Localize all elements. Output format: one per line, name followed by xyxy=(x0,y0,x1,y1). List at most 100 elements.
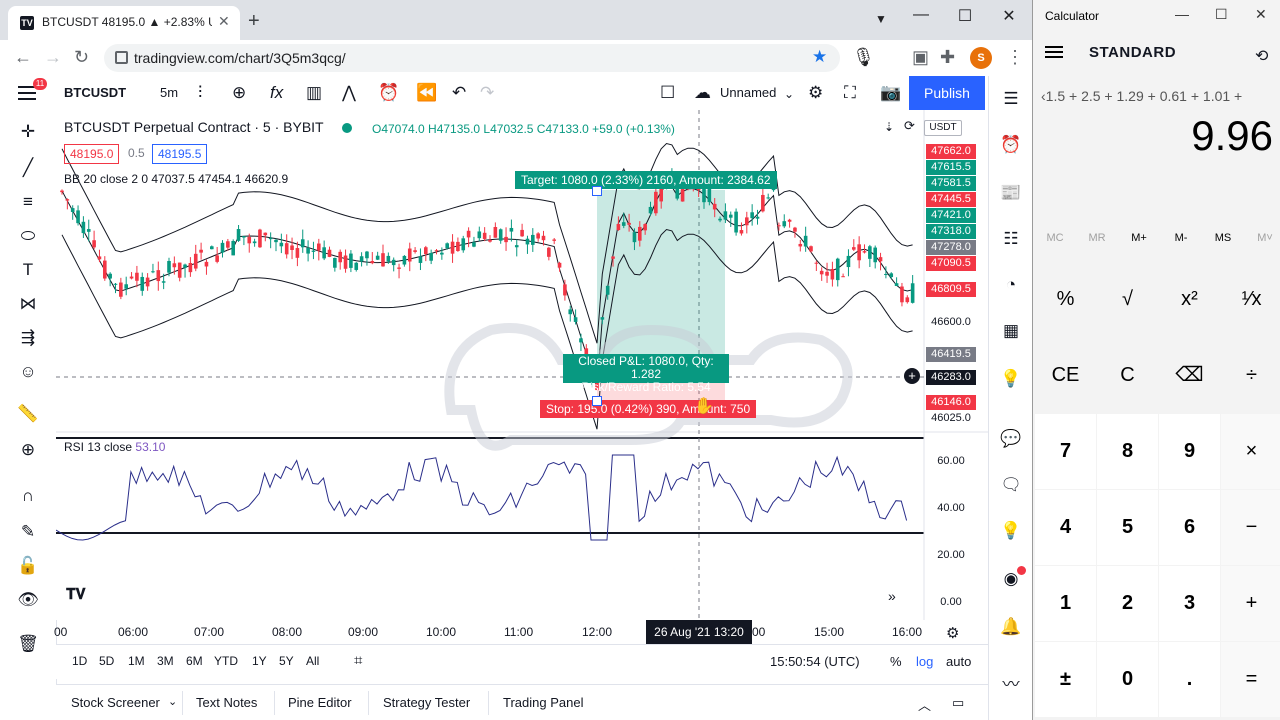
calc-key[interactable]: 9 xyxy=(1159,414,1220,489)
range-button-1m[interactable]: 1M xyxy=(128,654,145,668)
date-range-icon[interactable]: ⌗ xyxy=(354,652,362,669)
memory-button-5[interactable]: M˅ xyxy=(1245,232,1280,244)
refresh-icon[interactable]: ⟳ xyxy=(904,118,915,134)
axis-settings-gear-icon[interactable]: ⚙ xyxy=(946,624,959,642)
ruler-icon[interactable]: 📏 xyxy=(16,402,40,426)
trash-icon[interactable]: 🗑 xyxy=(16,632,40,656)
layout-name[interactable]: Unnamed xyxy=(720,85,776,100)
calc-key[interactable]: C xyxy=(1097,338,1158,413)
tab-close-icon[interactable]: ✕ xyxy=(218,13,230,30)
tab-pine-editor[interactable]: Pine Editor xyxy=(288,695,352,710)
trend-line-icon[interactable]: ╱ xyxy=(16,156,40,180)
zoom-in-icon[interactable]: ⊕ xyxy=(16,438,40,462)
maximize-icon[interactable]: ☐ xyxy=(950,6,980,26)
layout-square-icon[interactable]: ☐ xyxy=(660,83,675,103)
back-icon[interactable]: ← xyxy=(14,47,32,68)
utc-clock[interactable]: 15:50:54 (UTC) xyxy=(770,654,860,669)
sell-price-button[interactable]: 48195.0 xyxy=(64,144,120,164)
log-toggle[interactable]: log xyxy=(916,654,933,669)
replay-icon[interactable]: ⏪ xyxy=(416,83,437,103)
symbol-search[interactable]: BTCUSDT xyxy=(64,85,126,100)
calc-key[interactable]: 3 xyxy=(1159,566,1220,641)
memory-button-2[interactable]: M+ xyxy=(1119,232,1159,244)
calc-key[interactable]: − xyxy=(1221,490,1280,565)
scroll-to-realtime-icon[interactable]: » xyxy=(888,588,896,604)
calc-key[interactable]: 6 xyxy=(1159,490,1220,565)
calc-minimize-icon[interactable]: — xyxy=(1175,6,1189,22)
target-label[interactable]: Target: 1080.0 (2.33%) 2160, Amount: 238… xyxy=(515,171,777,189)
extension-icon[interactable]: ▣ xyxy=(912,47,929,68)
new-tab-icon[interactable]: + xyxy=(248,10,260,33)
calc-key[interactable]: CE xyxy=(1035,338,1096,413)
financials-icon[interactable]: ▥ xyxy=(306,83,322,103)
microphone-icon[interactable]: 🎙 xyxy=(852,47,875,68)
text-icon[interactable]: T xyxy=(16,258,40,282)
tab-stock-screener[interactable]: Stock Screener xyxy=(71,695,160,710)
calc-key[interactable]: x² xyxy=(1159,262,1220,337)
data-window-icon[interactable]: ☷ xyxy=(998,226,1024,252)
omnibox[interactable]: tradingview.com/chart/3Q5m3qcg/ ★ xyxy=(104,44,840,72)
calc-key[interactable]: √ xyxy=(1097,262,1158,337)
forward-icon[interactable]: → xyxy=(44,47,62,68)
notifications-bell-icon[interactable]: 🔔 xyxy=(998,614,1024,640)
range-button-1y[interactable]: 1Y xyxy=(252,654,267,668)
crosshair-icon[interactable]: ✛ xyxy=(16,120,40,144)
indicators-icon[interactable]: fx xyxy=(270,83,283,103)
target-handle[interactable] xyxy=(592,186,602,196)
range-button-ytd[interactable]: YTD xyxy=(214,654,238,668)
auto-toggle[interactable]: auto xyxy=(946,654,971,669)
news-icon[interactable]: 📰 xyxy=(998,180,1024,206)
camera-icon[interactable]: 📷 xyxy=(880,83,901,103)
scroll-down-icon[interactable]: ⇣ xyxy=(884,120,894,134)
time-axis[interactable]: 00 06:00 07:00 08:00 09:00 10:00 11:00 12:00 00 1… xyxy=(54,620,988,644)
calc-key[interactable]: + xyxy=(1221,566,1280,641)
calc-maximize-icon[interactable]: ☐ xyxy=(1215,6,1228,23)
bar-style-icon[interactable]: ⫶ xyxy=(198,83,202,103)
collapse-panel-icon[interactable]: 〰 xyxy=(998,672,1024,698)
hotlist-icon[interactable]: ◔ xyxy=(998,272,1024,298)
calendar-icon[interactable]: ▦ xyxy=(998,318,1024,344)
browser-tab[interactable]: TV BTCUSDT 48195.0 ▲ +2.83% Unr ✕ xyxy=(8,6,240,40)
browser-menu-icon[interactable]: ⋮ xyxy=(1006,47,1024,68)
stop-label[interactable]: Stop: 195.0 (0.42%) 390, Amount: 750 xyxy=(540,400,757,418)
publish-button[interactable]: Publish xyxy=(909,76,985,110)
tab-text-notes[interactable]: Text Notes xyxy=(196,695,257,710)
memory-button-0[interactable]: MC xyxy=(1035,232,1075,244)
calc-close-icon[interactable]: ✕ xyxy=(1255,6,1267,23)
prediction-icon[interactable]: ⇶ xyxy=(16,326,40,350)
calc-key[interactable]: 0 xyxy=(1097,642,1158,717)
cloud-icon[interactable]: ☁ xyxy=(694,83,711,103)
bookmark-star-icon[interactable]: ★ xyxy=(812,47,827,67)
emoji-icon[interactable]: ☺ xyxy=(16,360,40,384)
brush-icon[interactable]: ⬭ xyxy=(16,224,40,248)
tab-strategy-tester[interactable]: Strategy Tester xyxy=(383,695,470,710)
watchlist-icon[interactable]: ☰ xyxy=(998,86,1024,112)
chevron-down-icon[interactable]: ⌄ xyxy=(784,87,794,101)
pnl-label[interactable]: Closed P&L: 1080.0, Qty: 1.282 Risk/Rewa… xyxy=(563,354,729,394)
calc-key[interactable]: . xyxy=(1159,642,1220,717)
tab-trading-panel[interactable]: Trading Panel xyxy=(503,695,583,710)
rsi-indicator-legend[interactable]: RSI 13 close 53.10 xyxy=(64,440,165,454)
minimize-icon[interactable]: — xyxy=(906,6,936,24)
range-button-all[interactable]: All xyxy=(306,654,319,668)
calc-key[interactable]: ÷ xyxy=(1221,338,1280,413)
range-button-5d[interactable]: 5D xyxy=(99,654,114,668)
tab-search-icon[interactable]: ▼ xyxy=(866,12,896,26)
calc-key[interactable]: ¹⁄x xyxy=(1221,262,1280,337)
bb-indicator-legend[interactable]: BB 20 close 2 0 47037.5 47454.1 46620.9 xyxy=(64,172,288,186)
maximize-panel-icon[interactable]: ▭ xyxy=(952,695,964,711)
profile-avatar[interactable]: S xyxy=(970,47,992,69)
undo-icon[interactable]: ↶ xyxy=(452,83,466,103)
fib-icon[interactable]: ≡ xyxy=(16,190,40,214)
chart-legend-title[interactable]: BTCUSDT Perpetual Contract · 5 · BYBIT xyxy=(64,119,324,135)
pattern-icon[interactable]: ⋈ xyxy=(16,292,40,316)
calc-key[interactable]: 1 xyxy=(1035,566,1096,641)
calc-key[interactable]: ⌫ xyxy=(1159,338,1220,413)
range-button-5y[interactable]: 5Y xyxy=(279,654,294,668)
interval-selector[interactable]: 5m xyxy=(160,85,178,100)
currency-label[interactable]: USDT xyxy=(924,120,962,136)
messages-icon[interactable]: 🗨 xyxy=(998,472,1024,498)
calc-key[interactable]: ± xyxy=(1035,642,1096,717)
range-button-3m[interactable]: 3M xyxy=(157,654,174,668)
fullscreen-icon[interactable]: ⛶ xyxy=(844,83,856,103)
